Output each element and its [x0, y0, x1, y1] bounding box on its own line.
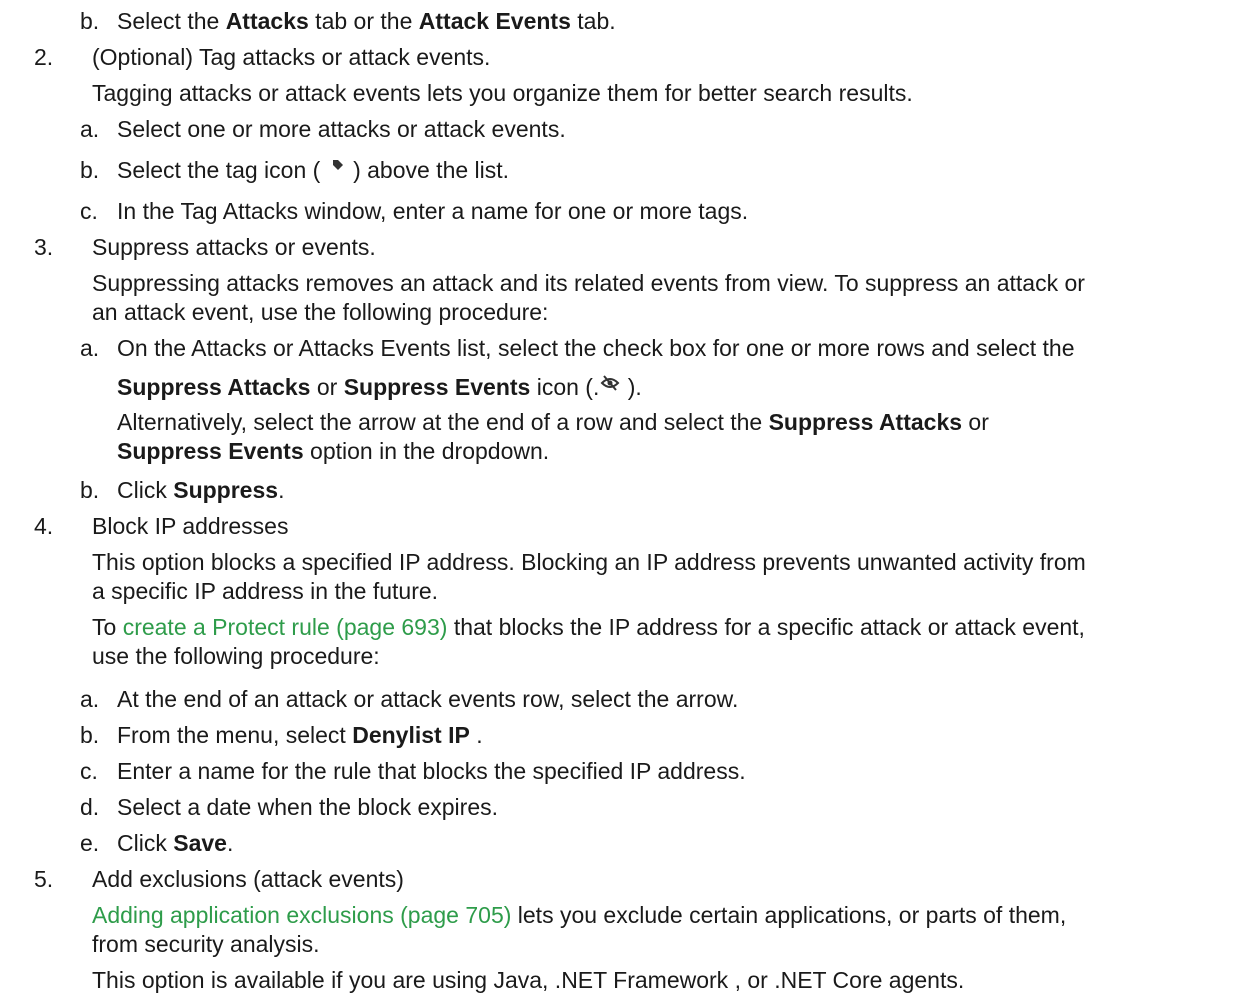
text-segment: Select the tag icon ( [117, 157, 327, 183]
step-heading: (Optional) Tag attacks or attack events. [92, 44, 491, 70]
text-segment: To [92, 614, 123, 640]
step-heading: Block IP addresses [92, 513, 289, 539]
text-line: At the end of an attack or attack events… [117, 686, 739, 712]
text-segment: option in the dropdown. [303, 438, 550, 464]
paragraph-line: from security analysis. [92, 931, 320, 957]
paragraph-line: Suppressing attacks removes an attack an… [92, 270, 1085, 296]
list-marker: b. [80, 157, 100, 183]
bold-term: Save [173, 830, 227, 856]
bold-term: Suppress [173, 477, 279, 503]
text-segment: Alternatively, select the arrow at the e… [117, 409, 769, 435]
protect-rule-link[interactable]: create a Protect rule (page 693) [123, 614, 448, 640]
text-segment: that blocks the IP address for a specifi… [447, 614, 1085, 640]
paragraph-line: an attack event, use the following proce… [92, 299, 549, 325]
list-marker: a. [80, 335, 100, 361]
list-marker: c. [80, 198, 98, 224]
bold-term: Suppress Events [343, 374, 531, 400]
text-line: Alternatively, select the arrow at the e… [117, 409, 989, 436]
text-segment: icon (. [530, 374, 600, 400]
list-marker: c. [80, 758, 98, 784]
text-segment: lets you exclude certain applications, o… [511, 902, 1067, 928]
list-marker: b. [80, 8, 100, 34]
text-line: Click Suppress. [117, 477, 284, 504]
list-marker: a. [80, 686, 100, 712]
text-line: Select the Attacks tab or the Attack Eve… [117, 8, 616, 35]
bold-term: Attacks [225, 8, 309, 34]
text-segment: tab. [570, 8, 616, 34]
text-segment: Select the [117, 8, 226, 34]
list-marker: 5. [34, 866, 54, 892]
paragraph-line: a specific IP address in the future. [92, 578, 439, 604]
text-line: Suppress Attacks or Suppress Events icon… [117, 374, 642, 402]
step-heading: Suppress attacks or events. [92, 234, 376, 260]
text-line: Select a date when the block expires. [117, 794, 499, 820]
paragraph-line: This option blocks a specified IP addres… [92, 549, 1086, 575]
text-segment: . [226, 830, 234, 856]
text-segment: Click [117, 830, 174, 856]
text-segment: . [278, 477, 285, 503]
paragraph-line: This option is available if you are usin… [92, 967, 965, 993]
list-marker: 4. [34, 513, 54, 539]
text-line: On the Attacks or Attacks Events list, s… [117, 335, 1075, 361]
text-segment: tab or the [308, 8, 419, 34]
list-marker: d. [80, 794, 100, 820]
text-line: Suppress Events option in the dropdown. [117, 438, 549, 465]
paragraph-line: Adding application exclusions (page 705)… [92, 902, 1066, 929]
text-line: From the menu, select Denylist IP . [117, 722, 483, 749]
paragraph-line: use the following procedure: [92, 643, 380, 669]
bold-term: Denylist IP [352, 722, 470, 748]
application-exclusions-link[interactable]: Adding application exclusions (page 705) [92, 902, 511, 928]
text-segment: From the menu, select [117, 722, 353, 748]
paragraph-line: Tagging attacks or attack events lets yo… [92, 80, 913, 106]
eye-off-icon [599, 372, 621, 399]
tag-icon [327, 155, 347, 182]
bold-term: Suppress Attacks [117, 374, 311, 400]
bold-term: Attack Events [418, 8, 571, 34]
text-line: Click Save. [117, 830, 233, 857]
text-segment: Click [117, 477, 174, 503]
list-marker: 2. [34, 44, 54, 70]
text-segment: ). [621, 374, 642, 400]
list-marker: e. [80, 830, 100, 856]
list-marker: 3. [34, 234, 54, 260]
bold-term: Suppress Events [117, 438, 304, 464]
list-marker: b. [80, 722, 100, 748]
text-segment: or [310, 374, 344, 400]
paragraph-line: To create a Protect rule (page 693) that… [92, 614, 1085, 641]
text-segment: or [962, 409, 989, 435]
bold-term: Suppress Attacks [768, 409, 963, 435]
text-line: Select the tag icon ( ) above the list. [117, 157, 509, 185]
list-marker: a. [80, 116, 100, 142]
list-marker: b. [80, 477, 100, 503]
step-heading: Add exclusions (attack events) [92, 866, 404, 892]
text-line: In the Tag Attacks window, enter a name … [117, 198, 749, 224]
text-segment: ) above the list. [346, 157, 510, 183]
text-line: Enter a name for the rule that blocks th… [117, 758, 746, 784]
text-segment: . [469, 722, 483, 748]
text-line: Select one or more attacks or attack eve… [117, 116, 566, 142]
